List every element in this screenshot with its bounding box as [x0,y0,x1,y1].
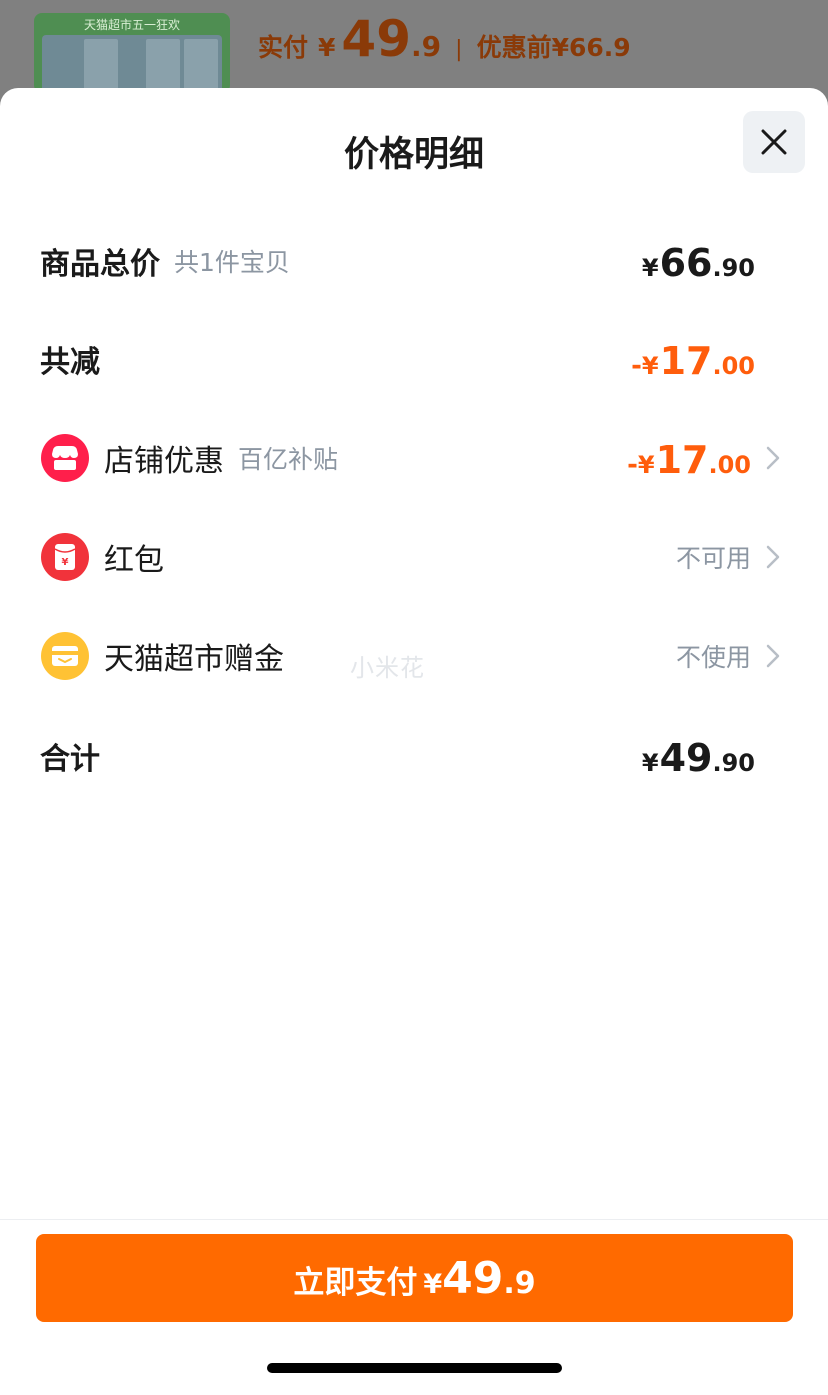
before-discount-price: ¥66.9 [551,33,631,62]
pay-label: 实付 [258,33,309,62]
goods-count: 共1件宝贝 [174,248,290,277]
store-discount-amount: - ¥ 17 .00 [627,438,751,482]
total-discount-row: 共减 - ¥ 17 .00 [0,329,828,389]
watermark: 小米花 [350,654,425,682]
price-detail-screen: 天猫超市五一狂欢 实付 ¥ 49 .9 | 优惠前 ¥66.9 价格明细 商品总… [0,0,828,1395]
goods-total-row: 商品总价 共1件宝贝 ¥ 66 .90 [0,231,828,291]
sum-label: 合计 [40,742,100,777]
price-detail-sheet: 价格明细 商品总价 共1件宝贝 ¥ 66 .90 共减 - ¥ 17 .00 店… [0,88,828,1395]
pay-price-dec: .9 [411,30,442,63]
red-packet-row[interactable]: ¥ 红包 不可用 [0,527,828,587]
chevron-right-icon [766,626,780,686]
store-icon [40,433,90,483]
home-indicator[interactable] [267,1363,562,1373]
red-packet-icon: ¥ [40,532,90,582]
tmall-bonus-status: 不使用 [675,643,751,672]
pay-now-label: 立即支付 [293,1264,418,1301]
sum-amount: ¥ 49 .90 [641,736,755,780]
tmall-bonus-label: 天猫超市赠金 [104,642,284,677]
sheet-title: 价格明细 [343,135,484,175]
close-icon [761,129,787,155]
goods-total-label: 商品总价 [40,247,160,282]
pay-price-int: 49 [341,10,412,68]
store-discount-label: 店铺优惠 [104,444,224,479]
svg-text:¥: ¥ [62,557,69,568]
background-product-header: 天猫超市五一狂欢 实付 ¥ 49 .9 | 优惠前 ¥66.9 [0,0,828,100]
chevron-right-icon [766,428,780,488]
total-discount-amount: - ¥ 17 .00 [631,339,755,383]
pay-now-button[interactable]: 立即支付 ¥ 49 .9 [36,1234,793,1322]
sum-row: 合计 ¥ 49 .90 [0,726,828,786]
chevron-right-icon [766,527,780,587]
footer-divider [0,1219,828,1220]
red-packet-label: 红包 [104,543,164,578]
goods-total-amount: ¥ 66 .90 [641,241,755,285]
red-packet-status: 不可用 [675,544,751,573]
store-discount-row[interactable]: 店铺优惠 百亿补贴 - ¥ 17 .00 [0,428,828,488]
product-thumbnail: 天猫超市五一狂欢 [34,13,230,93]
background-price: 实付 ¥ 49 .9 | 优惠前 ¥66.9 [258,10,631,74]
wallet-icon [40,631,90,681]
currency-symbol: ¥ [318,33,336,62]
price-separator: | [455,37,463,62]
total-discount-label: 共减 [40,345,100,380]
before-discount-label: 优惠前 [476,33,552,62]
store-discount-sub: 百亿补贴 [238,445,339,474]
thumbnail-caption: 天猫超市五一狂欢 [83,18,180,32]
close-button[interactable] [743,111,805,173]
